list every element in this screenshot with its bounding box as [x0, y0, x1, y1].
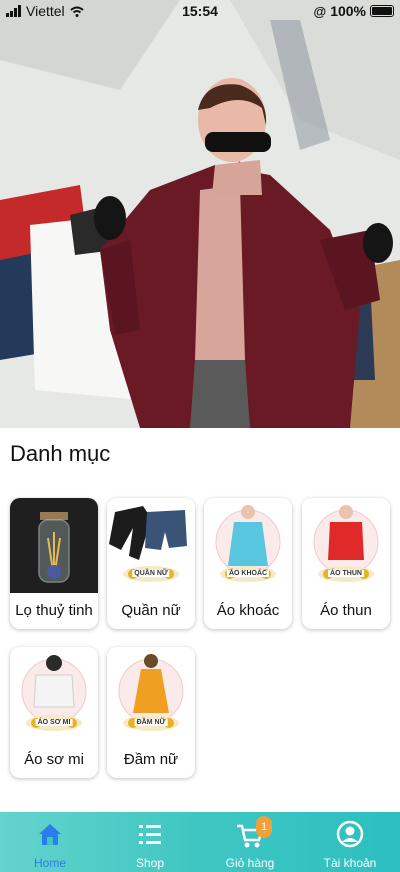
- category-image-glass-jar: [10, 498, 98, 593]
- tab-shop[interactable]: Shop: [100, 812, 200, 872]
- category-image-dress: [107, 647, 195, 742]
- banner-photo: [0, 0, 400, 428]
- category-card[interactable]: ÁO THUN Áo thun: [302, 498, 390, 629]
- category-label: Lọ thuỷ tinh: [15, 602, 93, 619]
- category-tag: ĐẦM NỮ: [134, 719, 168, 726]
- category-card[interactable]: Lọ thuỷ tinh: [10, 498, 98, 629]
- tab-label: Giỏ hàng: [225, 856, 275, 870]
- category-card[interactable]: ÁO SƠ MI Áo sơ mi: [10, 647, 98, 778]
- category-tag: ÁO SƠ MI: [35, 719, 73, 726]
- category-image-pants: [107, 498, 195, 593]
- hero-banner[interactable]: [0, 0, 400, 428]
- category-tag: ÁO THUN: [328, 570, 364, 577]
- category-card[interactable]: ÁO KHOÁC Áo khoác: [204, 498, 292, 629]
- category-image-tshirt: [302, 498, 390, 593]
- category-tag: ÁO KHOÁC: [226, 570, 270, 577]
- tab-label: Shop: [135, 856, 165, 870]
- category-label: Đầm nữ: [123, 751, 179, 768]
- category-tag: QUẦN NỮ: [132, 570, 170, 577]
- tab-bar: Home Shop 1 Giỏ hàng Tài khoản: [0, 812, 400, 872]
- category-section-title: Danh mục: [10, 441, 111, 466]
- category-label: Áo khoác: [216, 602, 280, 619]
- category-label: Quần nữ: [121, 602, 181, 619]
- list-icon: [139, 825, 161, 844]
- battery-icon: [370, 5, 394, 17]
- status-bar: Viettel 15:54 @ 100%: [0, 0, 400, 24]
- tab-label: Home: [33, 856, 66, 870]
- tab-account[interactable]: Tài khoản: [300, 812, 400, 872]
- tab-home[interactable]: Home: [0, 812, 100, 872]
- cart-badge: 1: [256, 816, 272, 838]
- user-icon: [336, 820, 364, 848]
- category-card[interactable]: ĐẦM NỮ Đầm nữ: [107, 647, 195, 778]
- home-icon: [39, 824, 61, 845]
- orientation-lock-icon: @: [313, 3, 327, 19]
- status-right: @ 100%: [313, 3, 394, 19]
- category-label: Áo sơ mi: [24, 751, 84, 768]
- category-card[interactable]: QUẦN NỮ Quần nữ: [107, 498, 195, 629]
- category-label: Áo thun: [320, 602, 372, 619]
- battery-percent: 100%: [330, 3, 366, 19]
- category-image-jacket: [204, 498, 292, 593]
- category-image-shirt: [10, 647, 98, 742]
- tab-label: Tài khoản: [323, 856, 377, 870]
- tab-cart[interactable]: 1 Giỏ hàng: [200, 812, 300, 872]
